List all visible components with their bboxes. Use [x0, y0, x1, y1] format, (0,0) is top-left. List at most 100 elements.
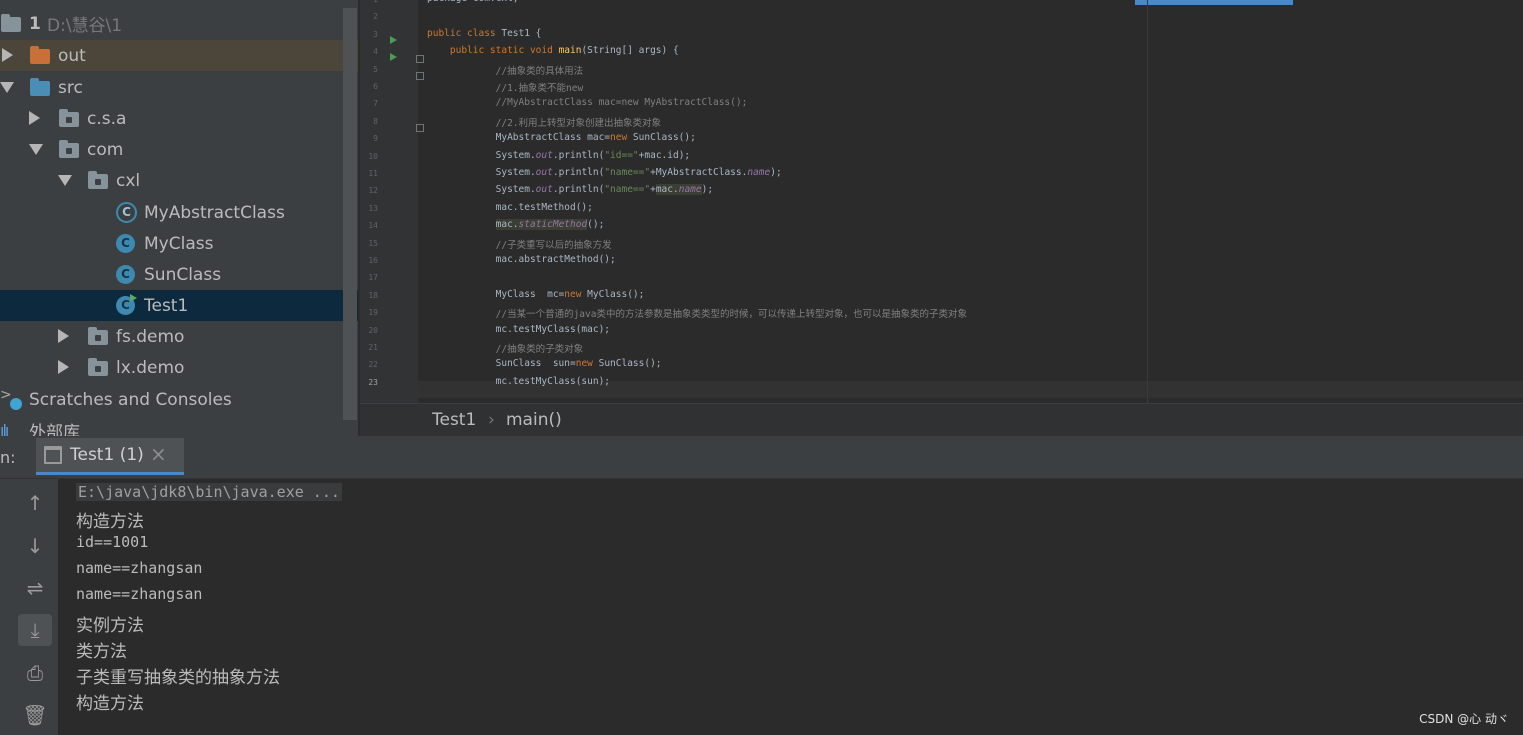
chevron-right-icon[interactable] [58, 329, 69, 343]
tree-item-scratches[interactable]: >_ Scratches and Consoles [0, 384, 358, 415]
tree-item-lx-demo[interactable]: lx.demo [0, 352, 358, 383]
tree-item-label: src [58, 77, 83, 98]
chevron-down-icon[interactable] [29, 144, 43, 155]
root-path: D:\慧谷\1 [47, 16, 123, 36]
arrow-down-icon[interactable]: ↓ [18, 530, 52, 562]
chevron-right-icon[interactable] [2, 48, 13, 62]
fold-icon[interactable] [416, 72, 424, 80]
tree-item-com[interactable]: com [0, 134, 358, 165]
code-line: mc.testMyClass(mac); [427, 323, 611, 335]
run-toolbar: ↑ ↓ ⇌ ⤓ ⎙ 🗑 [0, 479, 58, 735]
print-icon[interactable]: ⎙ [18, 657, 52, 689]
tab-test1-run[interactable]: Test1 (1) × [36, 438, 184, 475]
line-number: 1 [360, 0, 378, 4]
line-number: 15 [368, 238, 378, 248]
scroll-to-end-icon[interactable]: ⤓ [18, 614, 52, 646]
line-number: 21 [368, 343, 378, 352]
run-class-icon[interactable] [390, 36, 397, 44]
package-icon [59, 109, 79, 127]
class-icon: C [116, 265, 135, 284]
console-line: 实例方法 [76, 616, 144, 636]
line-number: 13 [368, 203, 378, 213]
fold-icon[interactable] [416, 124, 424, 132]
line-number: 16 [368, 256, 378, 265]
tree-item-label: com [87, 139, 124, 160]
breadcrumb: Test1 › main() [360, 403, 1523, 437]
package-icon [88, 358, 108, 376]
line-number: 11 [368, 169, 378, 178]
chevron-right-icon[interactable] [29, 111, 40, 125]
code-line: //子类重写以后的抽象方发 [427, 239, 612, 251]
tree-item-label: out [58, 45, 86, 66]
code-line: //2.利用上转型对象创建出抽象类对象 [427, 117, 662, 129]
project-scrollbar[interactable] [343, 8, 357, 420]
package-icon [88, 171, 108, 189]
tree-item-myabstractclass[interactable]: C MyAbstractClass [0, 197, 358, 228]
tree-item-label: fs.demo [116, 326, 185, 347]
breadcrumb-file[interactable]: Test1 [432, 410, 476, 430]
code-line: System.out.println("id=="+mac.id); [427, 149, 691, 161]
run-tool-window: n: Test1 (1) × ↑ ↓ ⇌ ⤓ ⎙ 🗑 E:\java\jdk8\… [0, 436, 1523, 735]
tree-item-fs-demo[interactable]: fs.demo [0, 321, 358, 352]
line-number: 10 [368, 151, 378, 161]
console-line: 类方法 [76, 642, 127, 662]
run-panel-title: n: [0, 448, 16, 467]
arrow-up-icon[interactable]: ↑ [18, 487, 52, 519]
code-editor[interactable]: 1package com.cxl;23public class Test1 {4… [360, 0, 1523, 403]
tree-item-cxl[interactable]: cxl [0, 165, 358, 196]
line-number: 3 [373, 29, 378, 39]
line-number: 7 [373, 99, 378, 109]
close-icon[interactable]: × [150, 442, 167, 466]
tree-item-external-libraries[interactable]: ılı 外部库 [0, 415, 358, 436]
line-number: 23 [368, 377, 378, 387]
console-icon [44, 446, 62, 464]
console-line: id==1001 [76, 533, 149, 551]
code-line: //当某一个普通的java类中的方法参数是抽象类类型的时候，可以传递上转型对象，… [427, 309, 967, 321]
line-number: 12 [368, 186, 378, 196]
tree-item-test1[interactable]: C Test1 [0, 290, 358, 321]
tab-label: Test1 (1) [70, 445, 144, 465]
fold-icon[interactable] [416, 55, 424, 63]
tree-item-label: MyAbstractClass [144, 202, 285, 223]
tree-item-myclass[interactable]: C MyClass [0, 228, 358, 259]
line-number: 5 [373, 64, 378, 74]
soft-wrap-icon[interactable]: ⇌ [18, 572, 52, 604]
console-line: 构造方法 [76, 694, 144, 714]
code-line: System.out.println("name=="+mac.name); [427, 184, 714, 196]
breadcrumb-method[interactable]: main() [506, 410, 562, 430]
project-tool-window: 1 D:\慧谷\1 out src c.s.a com cxl C MyAbst… [0, 0, 358, 436]
console-line: name==zhangsan [76, 559, 203, 577]
tree-item-label: cxl [116, 170, 141, 191]
class-icon: C [116, 234, 135, 253]
line-number: 8 [373, 116, 378, 126]
run-header: n: Test1 (1) × [0, 436, 1523, 479]
module-folder-icon [1, 14, 21, 32]
line-number: 18 [368, 290, 378, 300]
tree-item-out[interactable]: out [0, 40, 358, 71]
editor-scroll-indicator[interactable] [1135, 0, 1293, 5]
code-line: //MyAbstractClass mac=new MyAbstractClas… [427, 97, 748, 109]
chevron-down-icon[interactable] [58, 175, 72, 186]
tree-item-sunclass[interactable]: C SunClass [0, 259, 358, 290]
trash-icon[interactable]: 🗑 [18, 699, 52, 731]
line-number: 22 [368, 360, 378, 370]
console-line: 子类重写抽象类的抽象方法 [76, 668, 280, 688]
chevron-down-icon[interactable] [0, 82, 14, 93]
tree-item-c-s-a[interactable]: c.s.a [0, 103, 358, 134]
line-number: 20 [368, 325, 378, 335]
line-number: 17 [368, 273, 378, 283]
code-line: System.out.println("name=="+MyAbstractCl… [427, 167, 782, 178]
code-line: public class Test1 { [427, 27, 542, 39]
excluded-folder-icon [30, 46, 50, 64]
tree-item-src[interactable]: src [0, 72, 358, 103]
tree-item-label: Scratches and Consoles [29, 389, 232, 410]
tree-root[interactable]: 1 D:\慧谷\1 [0, 8, 358, 39]
tree-item-label: lx.demo [116, 357, 185, 378]
watermark: CSDN @心 动ヾ [1419, 712, 1509, 726]
source-folder-icon [30, 78, 50, 96]
code-line: mc.testMyClass(sun); [427, 375, 611, 387]
root-label: 1 [29, 13, 41, 34]
chevron-right-icon[interactable] [58, 360, 69, 374]
tree-item-label: Test1 [144, 295, 189, 316]
run-main-icon[interactable] [390, 53, 397, 61]
